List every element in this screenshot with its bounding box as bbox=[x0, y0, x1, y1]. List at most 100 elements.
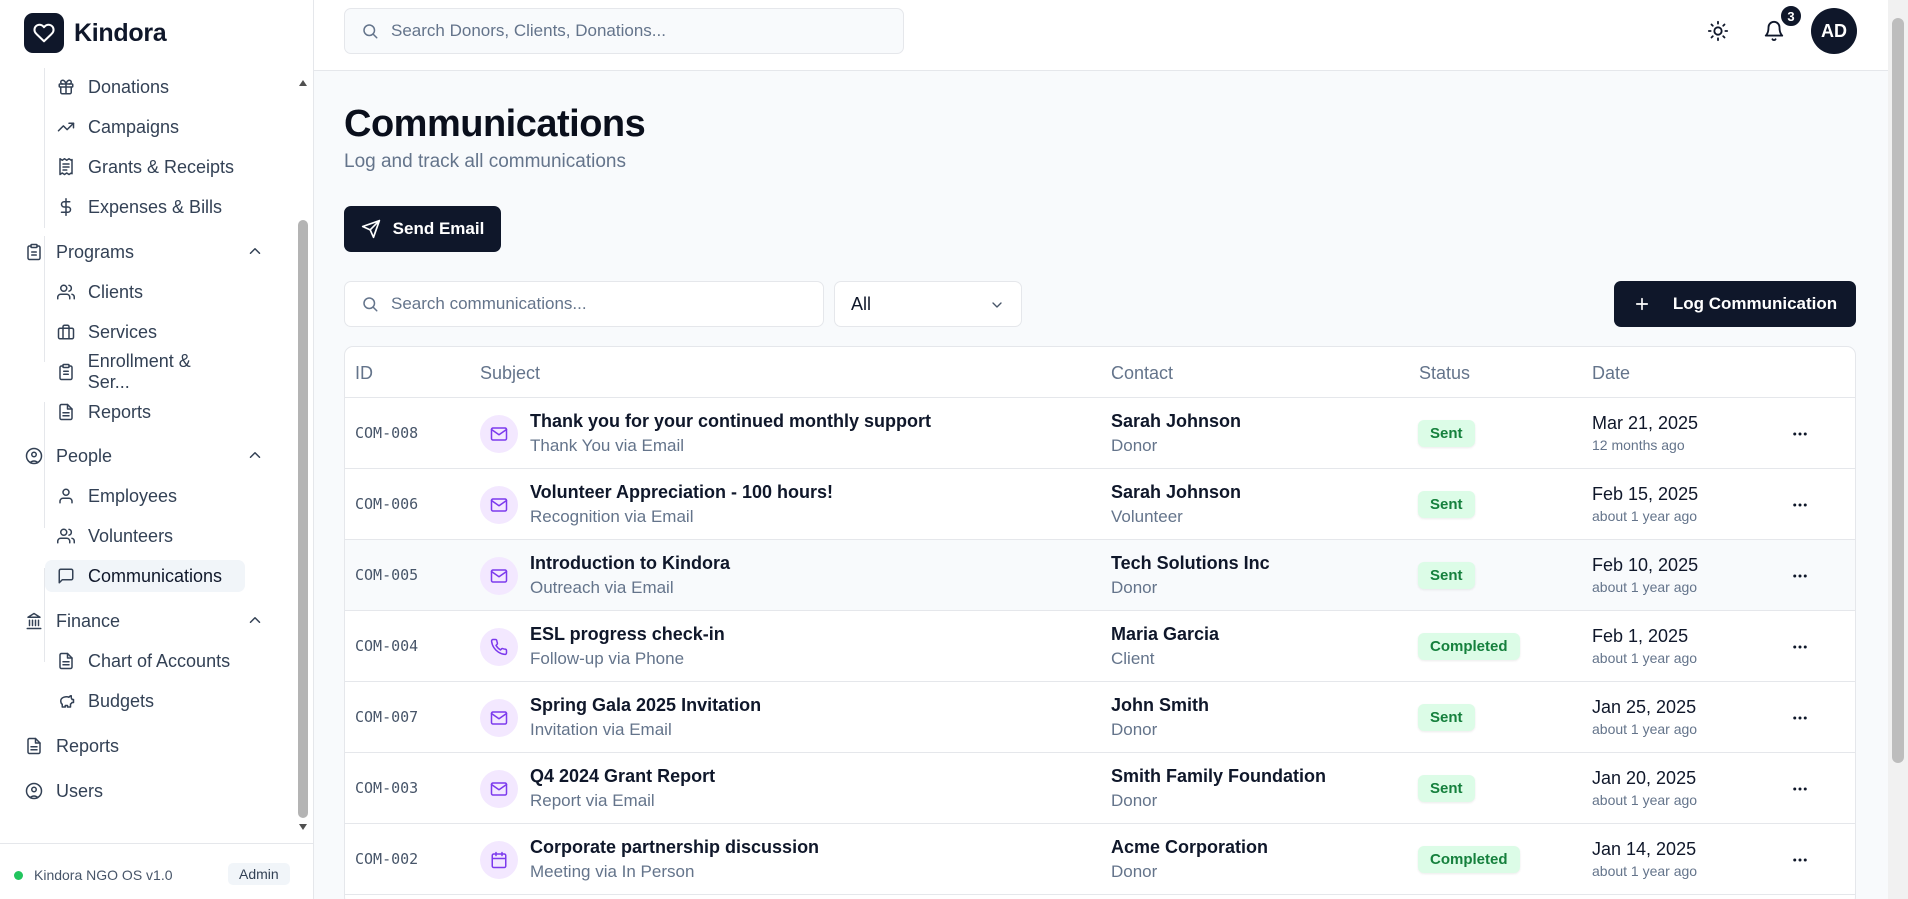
table-row[interactable]: COM-002 Corporate partnership discussion M… bbox=[345, 824, 1855, 895]
row-date-relative: about 1 year ago bbox=[1592, 792, 1698, 808]
send-email-button[interactable]: Send Email bbox=[344, 206, 501, 252]
row-date: Jan 25, 2025 bbox=[1592, 697, 1697, 717]
table-row[interactable]: COM-003 Q4 2024 Grant Report Report via Em… bbox=[345, 753, 1855, 824]
phone-icon bbox=[480, 628, 518, 666]
row-subject[interactable]: Q4 2024 Grant Report bbox=[530, 766, 715, 787]
page-subtitle: Log and track all communications bbox=[344, 151, 626, 172]
communications-search-input[interactable]: Search communications... bbox=[344, 281, 824, 327]
sidebar-group-finance[interactable]: Finance bbox=[24, 605, 264, 637]
sidebar-item-reports[interactable]: Reports bbox=[24, 730, 264, 762]
row-subject-detail: Outreach via Email bbox=[530, 578, 674, 597]
row-id: COM-007 bbox=[355, 708, 419, 726]
message-square-icon bbox=[56, 566, 76, 586]
global-search-input[interactable]: Search Donors, Clients, Donations... bbox=[344, 8, 904, 54]
mail-icon bbox=[480, 486, 518, 524]
sidebar-scroll-thumb[interactable] bbox=[298, 220, 308, 818]
row-contact[interactable]: Smith Family Foundation bbox=[1111, 766, 1326, 787]
row-subject[interactable]: Volunteer Appreciation - 100 hours! bbox=[530, 482, 833, 503]
page-title: Communications bbox=[344, 103, 646, 145]
sidebar-group-programs[interactable]: Programs bbox=[24, 236, 264, 268]
sidebar-item-chart-of-accounts[interactable]: Chart of Accounts bbox=[56, 645, 236, 677]
row-date: Jan 14, 2025 bbox=[1592, 839, 1697, 859]
mail-icon bbox=[480, 770, 518, 808]
row-contact-type: Donor bbox=[1111, 862, 1158, 881]
sidebar-item-grants-receipts[interactable]: Grants & Receipts bbox=[56, 151, 236, 183]
column-header-subject[interactable]: Subject bbox=[480, 363, 540, 384]
user-avatar[interactable]: AD bbox=[1811, 8, 1857, 54]
page-scrollbar[interactable] bbox=[1888, 0, 1908, 899]
role-badge: Admin bbox=[228, 863, 290, 885]
more-actions-icon[interactable] bbox=[1789, 636, 1811, 658]
scroll-up-arrow-icon[interactable] bbox=[299, 80, 307, 86]
row-subject[interactable]: Thank you for your continued monthly sup… bbox=[530, 411, 931, 432]
sidebar-item-donations[interactable]: Donations bbox=[56, 71, 236, 103]
row-subject-detail: Thank You via Email bbox=[530, 436, 685, 455]
row-subject-detail: Meeting via In Person bbox=[530, 862, 695, 881]
more-actions-icon[interactable] bbox=[1789, 494, 1811, 516]
row-subject[interactable]: ESL progress check-in bbox=[530, 624, 725, 645]
more-actions-icon[interactable] bbox=[1789, 707, 1811, 729]
more-actions-icon[interactable] bbox=[1789, 565, 1811, 587]
sidebar-group-people[interactable]: People bbox=[24, 440, 264, 472]
row-subject[interactable]: Introduction to Kindora bbox=[530, 553, 730, 574]
row-id: COM-002 bbox=[355, 850, 419, 868]
row-subject[interactable]: Spring Gala 2025 Invitation bbox=[530, 695, 761, 716]
column-header-id[interactable]: ID bbox=[355, 363, 373, 384]
table-row[interactable]: COM-005 Introduction to Kindora Outreach v… bbox=[345, 540, 1855, 611]
more-actions-icon[interactable] bbox=[1789, 778, 1811, 800]
more-actions-icon[interactable] bbox=[1789, 423, 1811, 445]
notification-count-badge: 3 bbox=[1779, 4, 1803, 28]
row-date: Feb 10, 2025 bbox=[1592, 555, 1699, 575]
page-scroll-thumb[interactable] bbox=[1892, 18, 1904, 763]
user-circle-icon bbox=[24, 446, 44, 466]
sidebar-item-budgets[interactable]: Budgets bbox=[56, 685, 236, 717]
column-header-date[interactable]: Date bbox=[1592, 363, 1630, 384]
brand[interactable]: Kindora bbox=[24, 13, 167, 53]
sidebar-item-employees[interactable]: Employees bbox=[56, 480, 236, 512]
row-contact[interactable]: Sarah Johnson bbox=[1111, 411, 1241, 432]
file-icon bbox=[56, 402, 76, 422]
more-actions-icon[interactable] bbox=[1789, 849, 1811, 871]
column-header-contact[interactable]: Contact bbox=[1111, 363, 1173, 384]
table-header: ID Subject Contact Status Date bbox=[345, 347, 1855, 398]
table-row[interactable]: COM-006 Volunteer Appreciation - 100 hour… bbox=[345, 469, 1855, 540]
status-filter-select[interactable]: All bbox=[834, 281, 1022, 327]
row-contact-type: Donor bbox=[1111, 436, 1158, 455]
sidebar-item-communications[interactable]: Communications bbox=[45, 560, 245, 592]
sidebar-item-users[interactable]: Users bbox=[24, 775, 264, 807]
sidebar-item-expenses-bills[interactable]: Expenses & Bills bbox=[56, 191, 236, 223]
search-icon bbox=[361, 22, 379, 40]
row-contact[interactable]: Tech Solutions Inc bbox=[1111, 553, 1270, 574]
row-id: COM-006 bbox=[355, 495, 419, 513]
scroll-down-arrow-icon[interactable] bbox=[299, 824, 307, 830]
table-row[interactable]: COM-004 ESL progress check-in Follow-up vi… bbox=[345, 611, 1855, 682]
row-contact[interactable]: Sarah Johnson bbox=[1111, 482, 1241, 503]
theme-toggle-sun-icon[interactable] bbox=[1707, 20, 1731, 44]
row-contact[interactable]: John Smith bbox=[1111, 695, 1209, 716]
row-contact[interactable]: Maria Garcia bbox=[1111, 624, 1219, 645]
table-row[interactable]: COM-007 Spring Gala 2025 Invitation Invita… bbox=[345, 682, 1855, 753]
column-header-status[interactable]: Status bbox=[1419, 363, 1470, 384]
sidebar-item-services[interactable]: Services bbox=[56, 316, 236, 348]
sidebar-item-volunteers[interactable]: Volunteers bbox=[56, 520, 236, 552]
calendar-icon bbox=[480, 841, 518, 879]
user-circle-icon bbox=[24, 781, 44, 801]
landmark-icon bbox=[24, 611, 44, 631]
log-communication-button[interactable]: Log Communication bbox=[1614, 281, 1856, 327]
row-date: Jan 20, 2025 bbox=[1592, 768, 1697, 788]
sidebar-scrollbar[interactable] bbox=[298, 76, 308, 830]
row-subject-detail: Recognition via Email bbox=[530, 507, 694, 526]
sidebar-item-campaigns[interactable]: Campaigns bbox=[56, 111, 236, 143]
heart-logo-icon bbox=[24, 13, 64, 53]
status-badge: Sent bbox=[1418, 420, 1475, 447]
status-badge: Completed bbox=[1418, 846, 1520, 873]
sidebar-item-enrollment[interactable]: Enrollment & Ser... bbox=[56, 351, 236, 392]
row-subject[interactable]: Corporate partnership discussion bbox=[530, 837, 819, 858]
row-subject-detail: Report via Email bbox=[530, 791, 655, 810]
sidebar-item-clients[interactable]: Clients bbox=[56, 276, 236, 308]
file-text-icon bbox=[56, 651, 76, 671]
row-date-relative: about 1 year ago bbox=[1592, 508, 1698, 524]
sidebar-item-program-reports[interactable]: Reports bbox=[56, 396, 236, 428]
row-contact[interactable]: Acme Corporation bbox=[1111, 837, 1268, 858]
table-row[interactable]: COM-008 Thank you for your continued mont… bbox=[345, 398, 1855, 469]
